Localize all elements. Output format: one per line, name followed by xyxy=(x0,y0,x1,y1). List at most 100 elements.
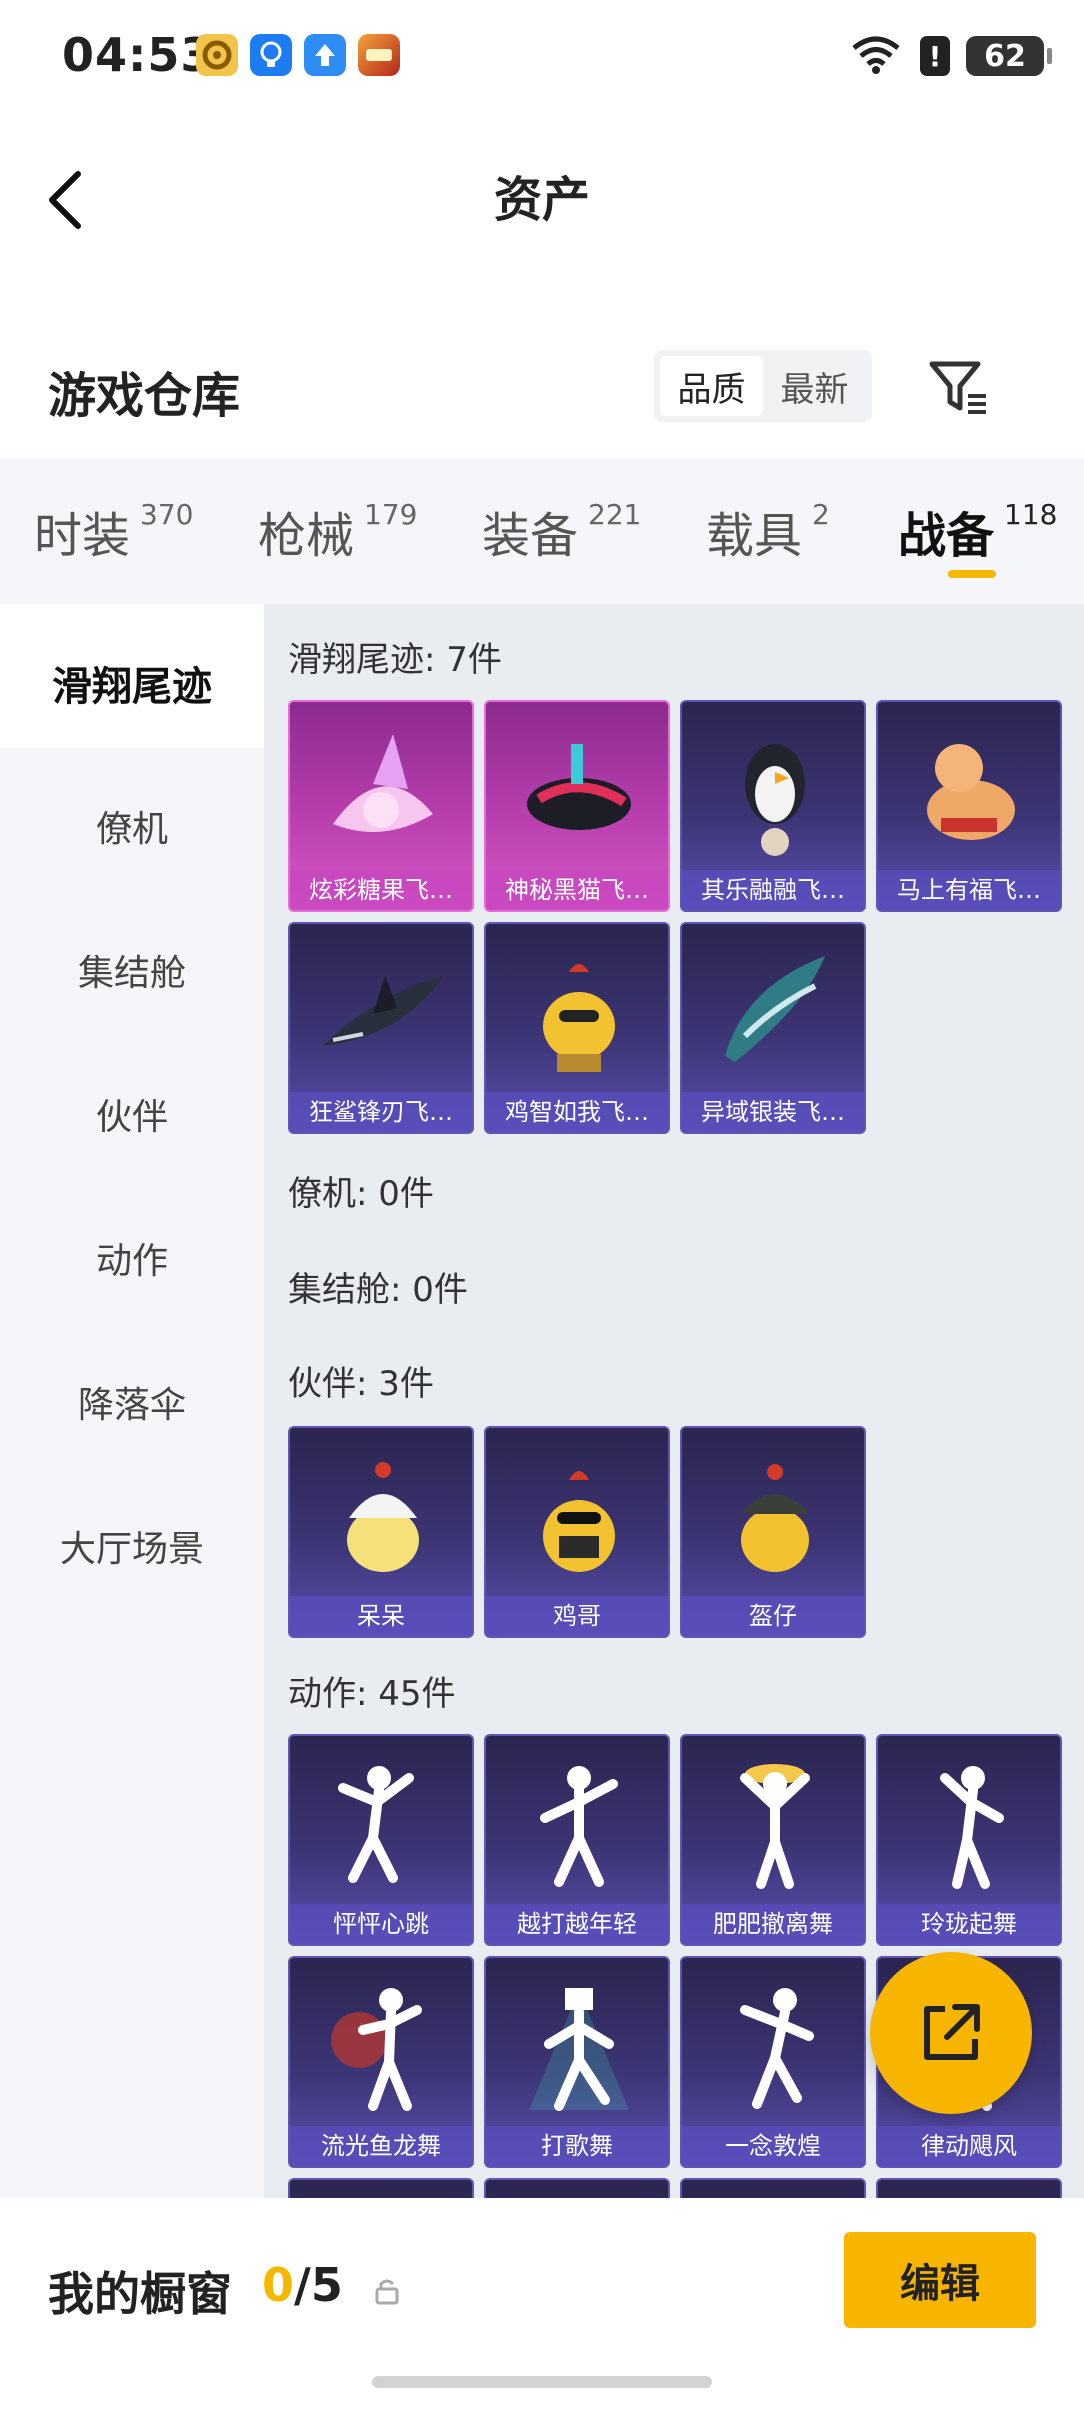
candy-glider-icon xyxy=(333,734,433,832)
item-card[interactable] xyxy=(680,2178,866,2198)
sidebar-item-emote[interactable]: 动作 xyxy=(0,1232,264,1284)
item-label: 炫彩糖果飞… xyxy=(290,870,472,910)
item-label: 玲珑起舞 xyxy=(878,1904,1060,1944)
item-card[interactable]: 马上有福飞… xyxy=(876,700,1062,912)
upload-app-icon xyxy=(304,34,346,76)
item-label: 神秘黑猫飞… xyxy=(486,870,668,910)
item-label: 马上有福飞… xyxy=(878,870,1060,910)
showcase-count-value: 0 xyxy=(262,2258,295,2312)
tab-battle-gear[interactable]: 战备 118 xyxy=(898,496,1057,566)
item-card[interactable]: 异域银装飞… xyxy=(680,922,866,1134)
item-card[interactable]: 越打越年轻 xyxy=(484,1734,670,1946)
horse-glider-icon xyxy=(927,744,1015,840)
item-card[interactable]: 鸡哥 xyxy=(484,1426,670,1638)
item-label: 异域银装飞… xyxy=(682,1092,864,1132)
chicken-brother-icon xyxy=(543,1471,615,1572)
penguin-glider-icon xyxy=(745,744,805,856)
item-card[interactable]: 盔仔 xyxy=(680,1426,866,1638)
item-card[interactable]: 鸡智如我飞… xyxy=(484,922,670,1134)
item-label: 怦怦心跳 xyxy=(290,1904,472,1944)
item-card[interactable] xyxy=(876,2178,1062,2198)
share-icon xyxy=(924,2004,980,2060)
tab-count: 370 xyxy=(140,498,194,531)
category-tabs: 时装 370 枪械 179 装备 221 载具 2 战备 118 xyxy=(0,458,1084,604)
tab-label: 战备 xyxy=(898,508,995,564)
item-card[interactable] xyxy=(484,2178,670,2198)
item-label: 肥肥撤离舞 xyxy=(682,1904,864,1944)
item-card[interactable]: 狂鲨锋刃飞… xyxy=(288,922,474,1134)
filter-icon[interactable] xyxy=(924,352,994,422)
item-card[interactable]: 肥肥撤离舞 xyxy=(680,1734,866,1946)
sidebar-item-wingman[interactable]: 僚机 xyxy=(0,800,264,852)
sidebar-item-partner[interactable]: 伙伴 xyxy=(0,1088,264,1140)
status-time: 04:53 xyxy=(62,28,214,82)
bulb-app-icon xyxy=(250,34,292,76)
tab-vehicles[interactable]: 载具 2 xyxy=(706,496,830,566)
item-card[interactable]: 玲珑起舞 xyxy=(876,1734,1062,1946)
item-card[interactable]: 打歌舞 xyxy=(484,1956,670,2168)
tab-label: 时装 xyxy=(34,508,131,564)
dancer-icon xyxy=(740,1764,810,1889)
dancer-icon xyxy=(529,1988,629,2111)
section-title-capsule: 集结舱: 0件 xyxy=(288,1270,468,1310)
item-card[interactable]: 一念敦煌 xyxy=(680,1956,866,2168)
battery-icon: 62 xyxy=(966,36,1052,76)
sidebar-item-capsule[interactable]: 集结舱 xyxy=(0,944,264,996)
tab-count: 221 xyxy=(588,498,642,531)
sidebar-item-parachute[interactable]: 降落伞 xyxy=(0,1376,264,1428)
dancer-icon xyxy=(740,1988,814,2109)
showcase-bar: 我的橱窗 0/5 编辑 xyxy=(0,2198,1084,2412)
item-label: 狂鲨锋刃飞… xyxy=(290,1092,472,1132)
item-card[interactable]: 怦怦心跳 xyxy=(288,1734,474,1946)
item-label: 呆呆 xyxy=(290,1596,472,1636)
warehouse-title: 游戏仓库 xyxy=(48,368,241,424)
sidebar-item-lobby-scene[interactable]: 大厅场景 xyxy=(0,1520,264,1572)
sort-latest-button[interactable]: 最新 xyxy=(763,356,866,416)
lock-icon xyxy=(372,2276,402,2306)
black-cat-glider-icon xyxy=(527,744,631,830)
item-card[interactable]: 炫彩糖果飞… xyxy=(288,700,474,912)
helmet-chick-icon xyxy=(741,1464,809,1572)
header: 资产 xyxy=(0,120,1084,270)
showcase-count-total: /5 xyxy=(294,2258,343,2312)
item-card[interactable] xyxy=(288,2178,474,2198)
wifi-icon xyxy=(848,34,904,78)
item-label: 流光鱼龙舞 xyxy=(290,2126,472,2166)
chicken-glider-icon xyxy=(543,964,615,1072)
alert-icon: ! xyxy=(920,36,950,76)
dancer-icon xyxy=(940,1766,1004,1889)
sidebar: 滑翔尾迹 僚机 集结舱 伙伴 动作 降落伞 大厅场景 xyxy=(0,604,264,2198)
tab-fashion[interactable]: 时装 370 xyxy=(34,496,193,566)
item-label: 一念敦煌 xyxy=(682,2126,864,2166)
showcase-label: 我的橱窗 xyxy=(48,2267,232,2321)
item-label: 打歌舞 xyxy=(486,2126,668,2166)
item-card[interactable]: 流光鱼龙舞 xyxy=(288,1956,474,2168)
section-title-glide: 滑翔尾迹: 7件 xyxy=(288,640,502,680)
tab-equipment[interactable]: 装备 221 xyxy=(482,496,641,566)
active-tab-indicator xyxy=(948,570,996,578)
chick-daidai-icon xyxy=(347,1462,419,1572)
dancer-icon xyxy=(338,1766,414,1883)
edit-button[interactable]: 编辑 xyxy=(844,2232,1036,2328)
page-title: 资产 xyxy=(493,172,590,228)
item-label: 鸡智如我飞… xyxy=(486,1092,668,1132)
item-card[interactable]: 其乐融融飞… xyxy=(680,700,866,912)
section-title-emote: 动作: 45件 xyxy=(288,1674,456,1714)
share-button[interactable] xyxy=(870,1952,1032,2114)
game-app-icon xyxy=(358,34,400,76)
sort-quality-button[interactable]: 品质 xyxy=(660,356,763,416)
item-card[interactable]: 呆呆 xyxy=(288,1426,474,1638)
tab-count: 118 xyxy=(1004,498,1058,531)
showcase-count: 0/5 xyxy=(262,2258,343,2312)
dancer-icon xyxy=(540,1766,618,1887)
dancer-icon xyxy=(331,1988,422,2111)
status-bar: 04:53 ! 62 xyxy=(0,0,1084,110)
silver-armor-glider-icon xyxy=(725,956,825,1062)
tab-count: 179 xyxy=(364,498,418,531)
item-card[interactable]: 神秘黑猫飞… xyxy=(484,700,670,912)
section-title-wingman: 僚机: 0件 xyxy=(288,1174,434,1214)
tab-label: 装备 xyxy=(482,508,579,564)
sidebar-item-glide-trail[interactable]: 滑翔尾迹 xyxy=(0,654,264,712)
home-indicator xyxy=(372,2376,712,2388)
tab-guns[interactable]: 枪械 179 xyxy=(258,496,417,566)
